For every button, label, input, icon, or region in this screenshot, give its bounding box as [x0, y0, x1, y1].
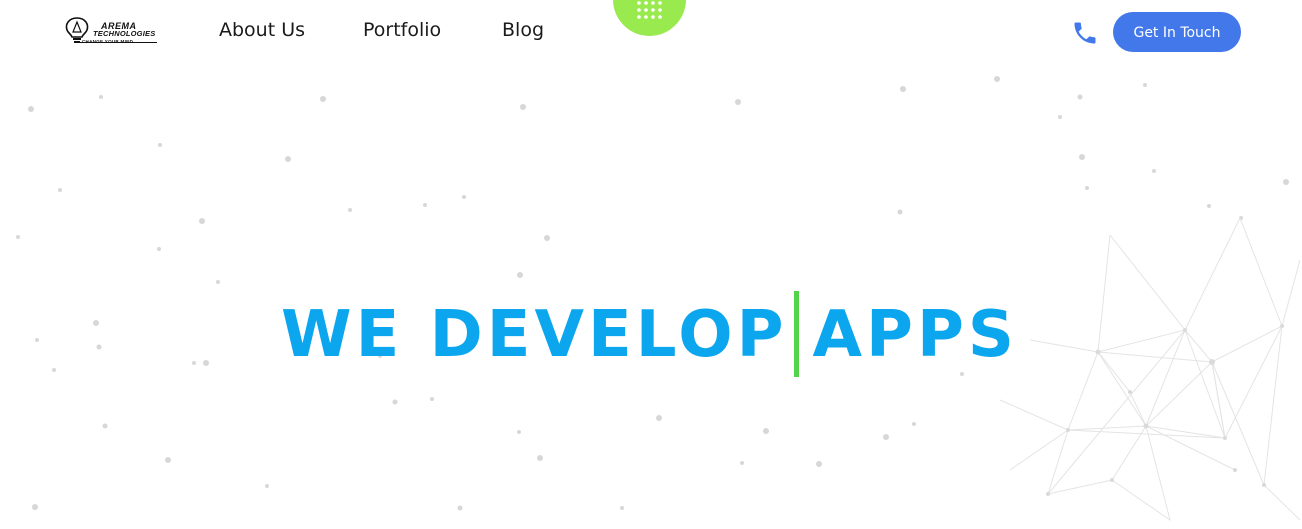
background-particles: [16, 76, 1301, 522]
hero-headline: WE DEVELOP APPS: [281, 291, 1018, 377]
nav-portfolio[interactable]: Portfolio: [363, 19, 441, 41]
brand-name-2: TECHNOLOGIES: [93, 29, 156, 38]
hero-text-before: WE DEVELOP: [281, 298, 788, 372]
nav-blog[interactable]: Blog: [502, 19, 544, 41]
brand-logo[interactable]: AREMA TECHNOLOGIES CHANGE YOUR MIND: [63, 16, 167, 46]
get-in-touch-button[interactable]: Get In Touch: [1113, 12, 1241, 52]
dots-grid-icon: [637, 1, 662, 19]
menu-toggle-button[interactable]: [613, 0, 686, 36]
typing-caret: [793, 291, 799, 377]
site-header: AREMA TECHNOLOGIES CHANGE YOUR MIND Abou…: [0, 0, 1302, 70]
phone-icon[interactable]: [1071, 19, 1099, 47]
nav-about-us[interactable]: About Us: [219, 19, 305, 41]
brand-tagline: CHANGE YOUR MIND: [82, 39, 134, 44]
hero-text-after: APPS: [812, 298, 1018, 372]
